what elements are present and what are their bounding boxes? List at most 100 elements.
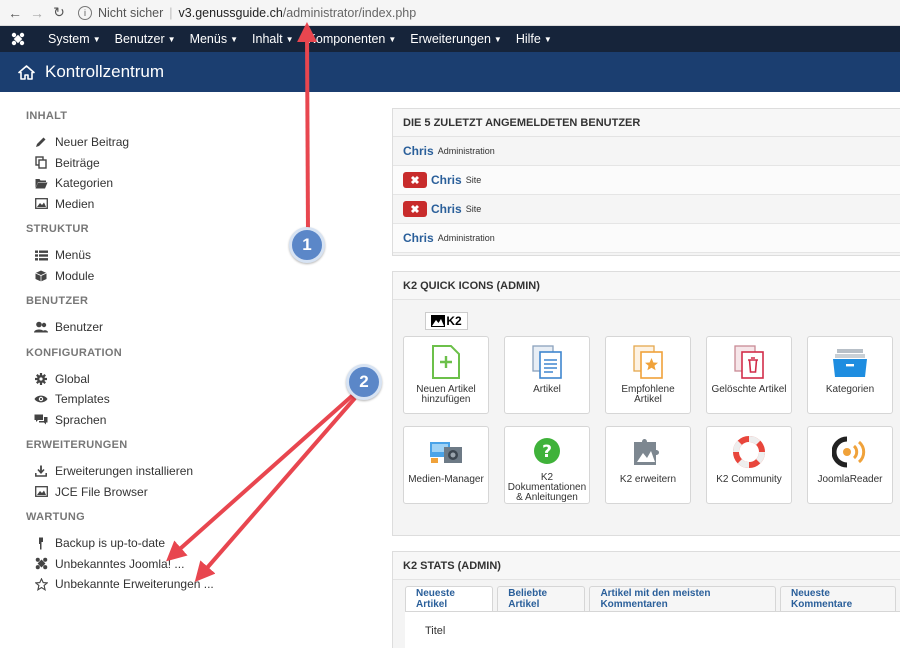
quick-icon-label: K2 Community: [716, 474, 782, 485]
section-heading: BENUTZER: [26, 295, 89, 307]
quick-icon-trashed-articles[interactable]: Gelöschte Artikel: [706, 336, 792, 414]
panel-heading: DIE 5 ZULETZT ANGEMELDETEN BENUTZER: [393, 109, 900, 137]
quick-icon-label: Neuen Artikel hinzufügen: [416, 384, 476, 405]
media-icon: [428, 433, 464, 471]
quick-icon-label: K2 Dokumentationen & Anleitungen: [507, 472, 587, 503]
sidebar-item-beitraege[interactable]: Beiträge: [26, 153, 326, 174]
tab-beliebte-artikel[interactable]: Beliebte Artikel: [497, 586, 586, 611]
svg-text:?: ?: [542, 442, 552, 462]
sidebar-item-label: Neuer Beitrag: [55, 135, 130, 150]
sidebar-item-label: Sprachen: [55, 412, 107, 427]
sidebar-section-inhalt: INHALT Neuer Beitrag Beiträge Kategorien…: [26, 110, 326, 214]
sidebar-item-erweiterungen-installieren[interactable]: Erweiterungen installieren: [26, 461, 326, 482]
sidebar-item-label: Beiträge: [55, 155, 100, 170]
menu-menues[interactable]: Menüs ▼: [190, 32, 238, 46]
sidebar-section-struktur: STRUKTUR Menüs Module: [26, 223, 326, 286]
panel-heading: K2 QUICK ICONS (ADMIN): [393, 272, 900, 300]
list-icon: [33, 247, 49, 263]
browser-toolbar: ← → ↻ i Nicht sicher | v3.genussguide.ch…: [0, 0, 900, 26]
quick-icon-categories[interactable]: Kategorien: [807, 336, 893, 414]
sidebar-item-extension-updates[interactable]: Unbekannte Erweiterungen ...: [26, 574, 326, 595]
logged-users-list: Chris Administration ✖ Chris Site ✖ Chri…: [393, 137, 900, 253]
back-icon[interactable]: ←: [4, 2, 26, 24]
sidebar-item-sprachen[interactable]: Sprachen: [26, 410, 326, 431]
new-document-icon: [432, 343, 460, 381]
menu-hilfe[interactable]: Hilfe ▼: [516, 32, 552, 46]
sidebar-section-erweiterungen: ERWEITERUNGEN Erweiterungen installieren…: [26, 439, 326, 502]
quick-icon-label: Empfohlene Artikel: [621, 384, 675, 405]
k2-logo-text: K2: [446, 314, 462, 328]
forward-icon[interactable]: →: [26, 2, 48, 24]
sidebar-item-templates[interactable]: Templates: [26, 389, 326, 410]
home-icon: [18, 64, 35, 80]
tab-meiste-kommentare[interactable]: Artikel mit den meisten Kommentaren: [589, 586, 777, 611]
backup-icon: [33, 535, 49, 551]
menu-label: Hilfe: [515, 32, 541, 46]
section-heading: KONFIGURATION: [26, 346, 122, 359]
sidebar-item-joomla-update[interactable]: Unbekanntes Joomla! ...: [26, 554, 326, 575]
user-client: Administration: [437, 233, 495, 243]
image-icon: [33, 196, 49, 212]
featured-document-icon: [633, 343, 663, 381]
quick-icon-label: Medien-Manager: [408, 474, 484, 485]
section-heading: STRUKTUR: [26, 223, 89, 235]
menu-benutzer[interactable]: Benutzer ▼: [115, 32, 176, 46]
sidebar: INHALT Neuer Beitrag Beiträge Kategorien…: [26, 110, 326, 604]
menu-inhalt[interactable]: Inhalt ▼: [252, 32, 294, 46]
pencil-icon: [33, 134, 49, 150]
reload-icon[interactable]: ↻: [48, 2, 70, 24]
sidebar-item-jce-file-browser[interactable]: JCE File Browser: [26, 482, 326, 503]
user-row: ✖ Chris Site: [393, 195, 900, 224]
menu-erweiterungen[interactable]: Erweiterungen ▼: [410, 32, 502, 46]
tab-neueste-artikel[interactable]: Neueste Artikel: [405, 586, 494, 611]
url-path: /administrator/index.php: [282, 5, 417, 20]
quick-icon-articles[interactable]: Artikel: [504, 336, 590, 414]
folder-icon: [832, 343, 868, 381]
user-link[interactable]: Chris: [431, 202, 462, 216]
user-link[interactable]: Chris: [431, 173, 462, 187]
menu-system[interactable]: System ▼: [48, 32, 101, 46]
menu-label: Komponenten: [307, 32, 386, 46]
joomla-icon: [33, 556, 49, 572]
sidebar-item-medien[interactable]: Medien: [26, 194, 326, 215]
sidebar-item-global[interactable]: Global: [26, 369, 326, 390]
sidebar-item-label: Benutzer: [55, 320, 104, 335]
quick-icon-k2-docs[interactable]: ? K2 Dokumentationen & Anleitungen: [504, 426, 590, 504]
quick-icon-k2-community[interactable]: K2 Community: [706, 426, 792, 504]
eye-icon: [33, 391, 49, 407]
quick-icon-media-manager[interactable]: Medien-Manager: [403, 426, 489, 504]
user-row: Chris Administration: [393, 224, 900, 253]
tab-neueste-kommentare[interactable]: Neueste Kommentare: [780, 586, 896, 611]
quick-icon-k2-extend[interactable]: K2 erweitern: [605, 426, 691, 504]
menu-komponenten[interactable]: Komponenten ▼: [308, 32, 397, 46]
address-bar[interactable]: i Nicht sicher | v3.genussguide.ch/admin…: [78, 5, 417, 20]
sidebar-item-label: Backup is up-to-date: [55, 536, 166, 551]
sidebar-item-kategorien[interactable]: Kategorien: [26, 173, 326, 194]
sidebar-item-menues[interactable]: Menüs: [26, 245, 326, 266]
user-client: Site: [465, 204, 482, 214]
quick-icon-featured-articles[interactable]: Empfohlene Artikel: [605, 336, 691, 414]
quick-icon-new-article[interactable]: Neuen Artikel hinzufügen: [403, 336, 489, 414]
logout-button[interactable]: ✖: [403, 172, 427, 188]
caret-down-icon: ▼: [388, 34, 397, 44]
menu-label: Menüs: [189, 32, 228, 46]
sidebar-item-label: Kategorien: [55, 176, 114, 191]
quick-icon-label: Kategorien: [825, 384, 875, 395]
sidebar-item-label: Menüs: [55, 248, 92, 263]
puzzle-icon: [630, 433, 666, 471]
panel-heading: K2 STATS (ADMIN): [393, 552, 900, 580]
info-icon[interactable]: i: [78, 5, 92, 20]
user-link[interactable]: Chris: [403, 144, 434, 158]
sidebar-section-wartung: WARTUNG Backup is up-to-date Unbekanntes…: [26, 511, 326, 595]
user-link[interactable]: Chris: [403, 231, 434, 245]
sidebar-item-benutzer[interactable]: Benutzer: [26, 317, 326, 338]
joomla-logo-icon[interactable]: [0, 26, 36, 52]
section-heading: ERWEITERUNGEN: [26, 439, 128, 451]
sidebar-item-module[interactable]: Module: [26, 266, 326, 287]
sidebar-item-neuer-beitrag[interactable]: Neuer Beitrag: [26, 132, 326, 153]
logout-button[interactable]: ✖: [403, 201, 427, 217]
section-heading: INHALT: [26, 110, 68, 122]
quick-icon-joomlareader[interactable]: JoomlaReader: [807, 426, 893, 504]
menu-label: System: [48, 32, 90, 46]
sidebar-item-backup[interactable]: Backup is up-to-date: [26, 533, 326, 554]
